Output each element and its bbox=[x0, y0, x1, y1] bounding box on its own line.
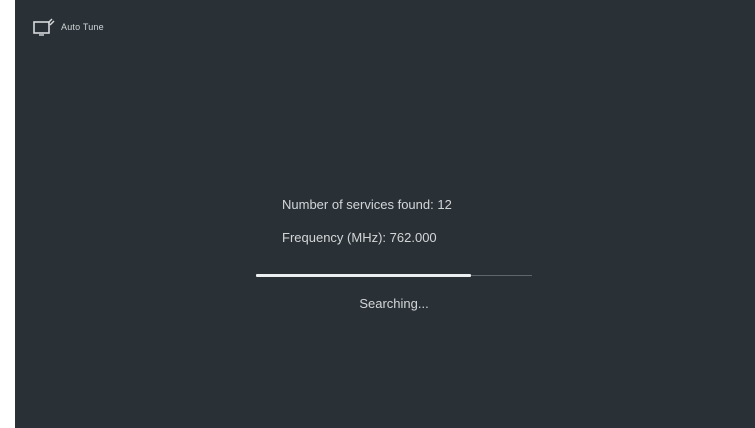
tv-scan-icon bbox=[33, 18, 55, 36]
services-found-label: Number of services found: bbox=[282, 197, 434, 212]
status-text: Searching... bbox=[359, 296, 429, 311]
scan-info: Number of services found: 12 Frequency (… bbox=[282, 196, 452, 262]
frequency-value: 762.000 bbox=[389, 230, 437, 245]
frequency-label: Frequency (MHz): bbox=[282, 230, 387, 245]
services-found-line: Number of services found: 12 bbox=[282, 196, 452, 214]
header: Auto Tune bbox=[33, 18, 104, 36]
progress-fill bbox=[256, 274, 472, 277]
services-found-value: 12 bbox=[437, 197, 452, 212]
frequency-line: Frequency (MHz): 762.000 bbox=[282, 229, 452, 247]
auto-tune-screen: Auto Tune Number of services found: 12 F… bbox=[15, 0, 755, 428]
page-title: Auto Tune bbox=[61, 22, 104, 32]
scan-progress-bar bbox=[256, 274, 532, 277]
